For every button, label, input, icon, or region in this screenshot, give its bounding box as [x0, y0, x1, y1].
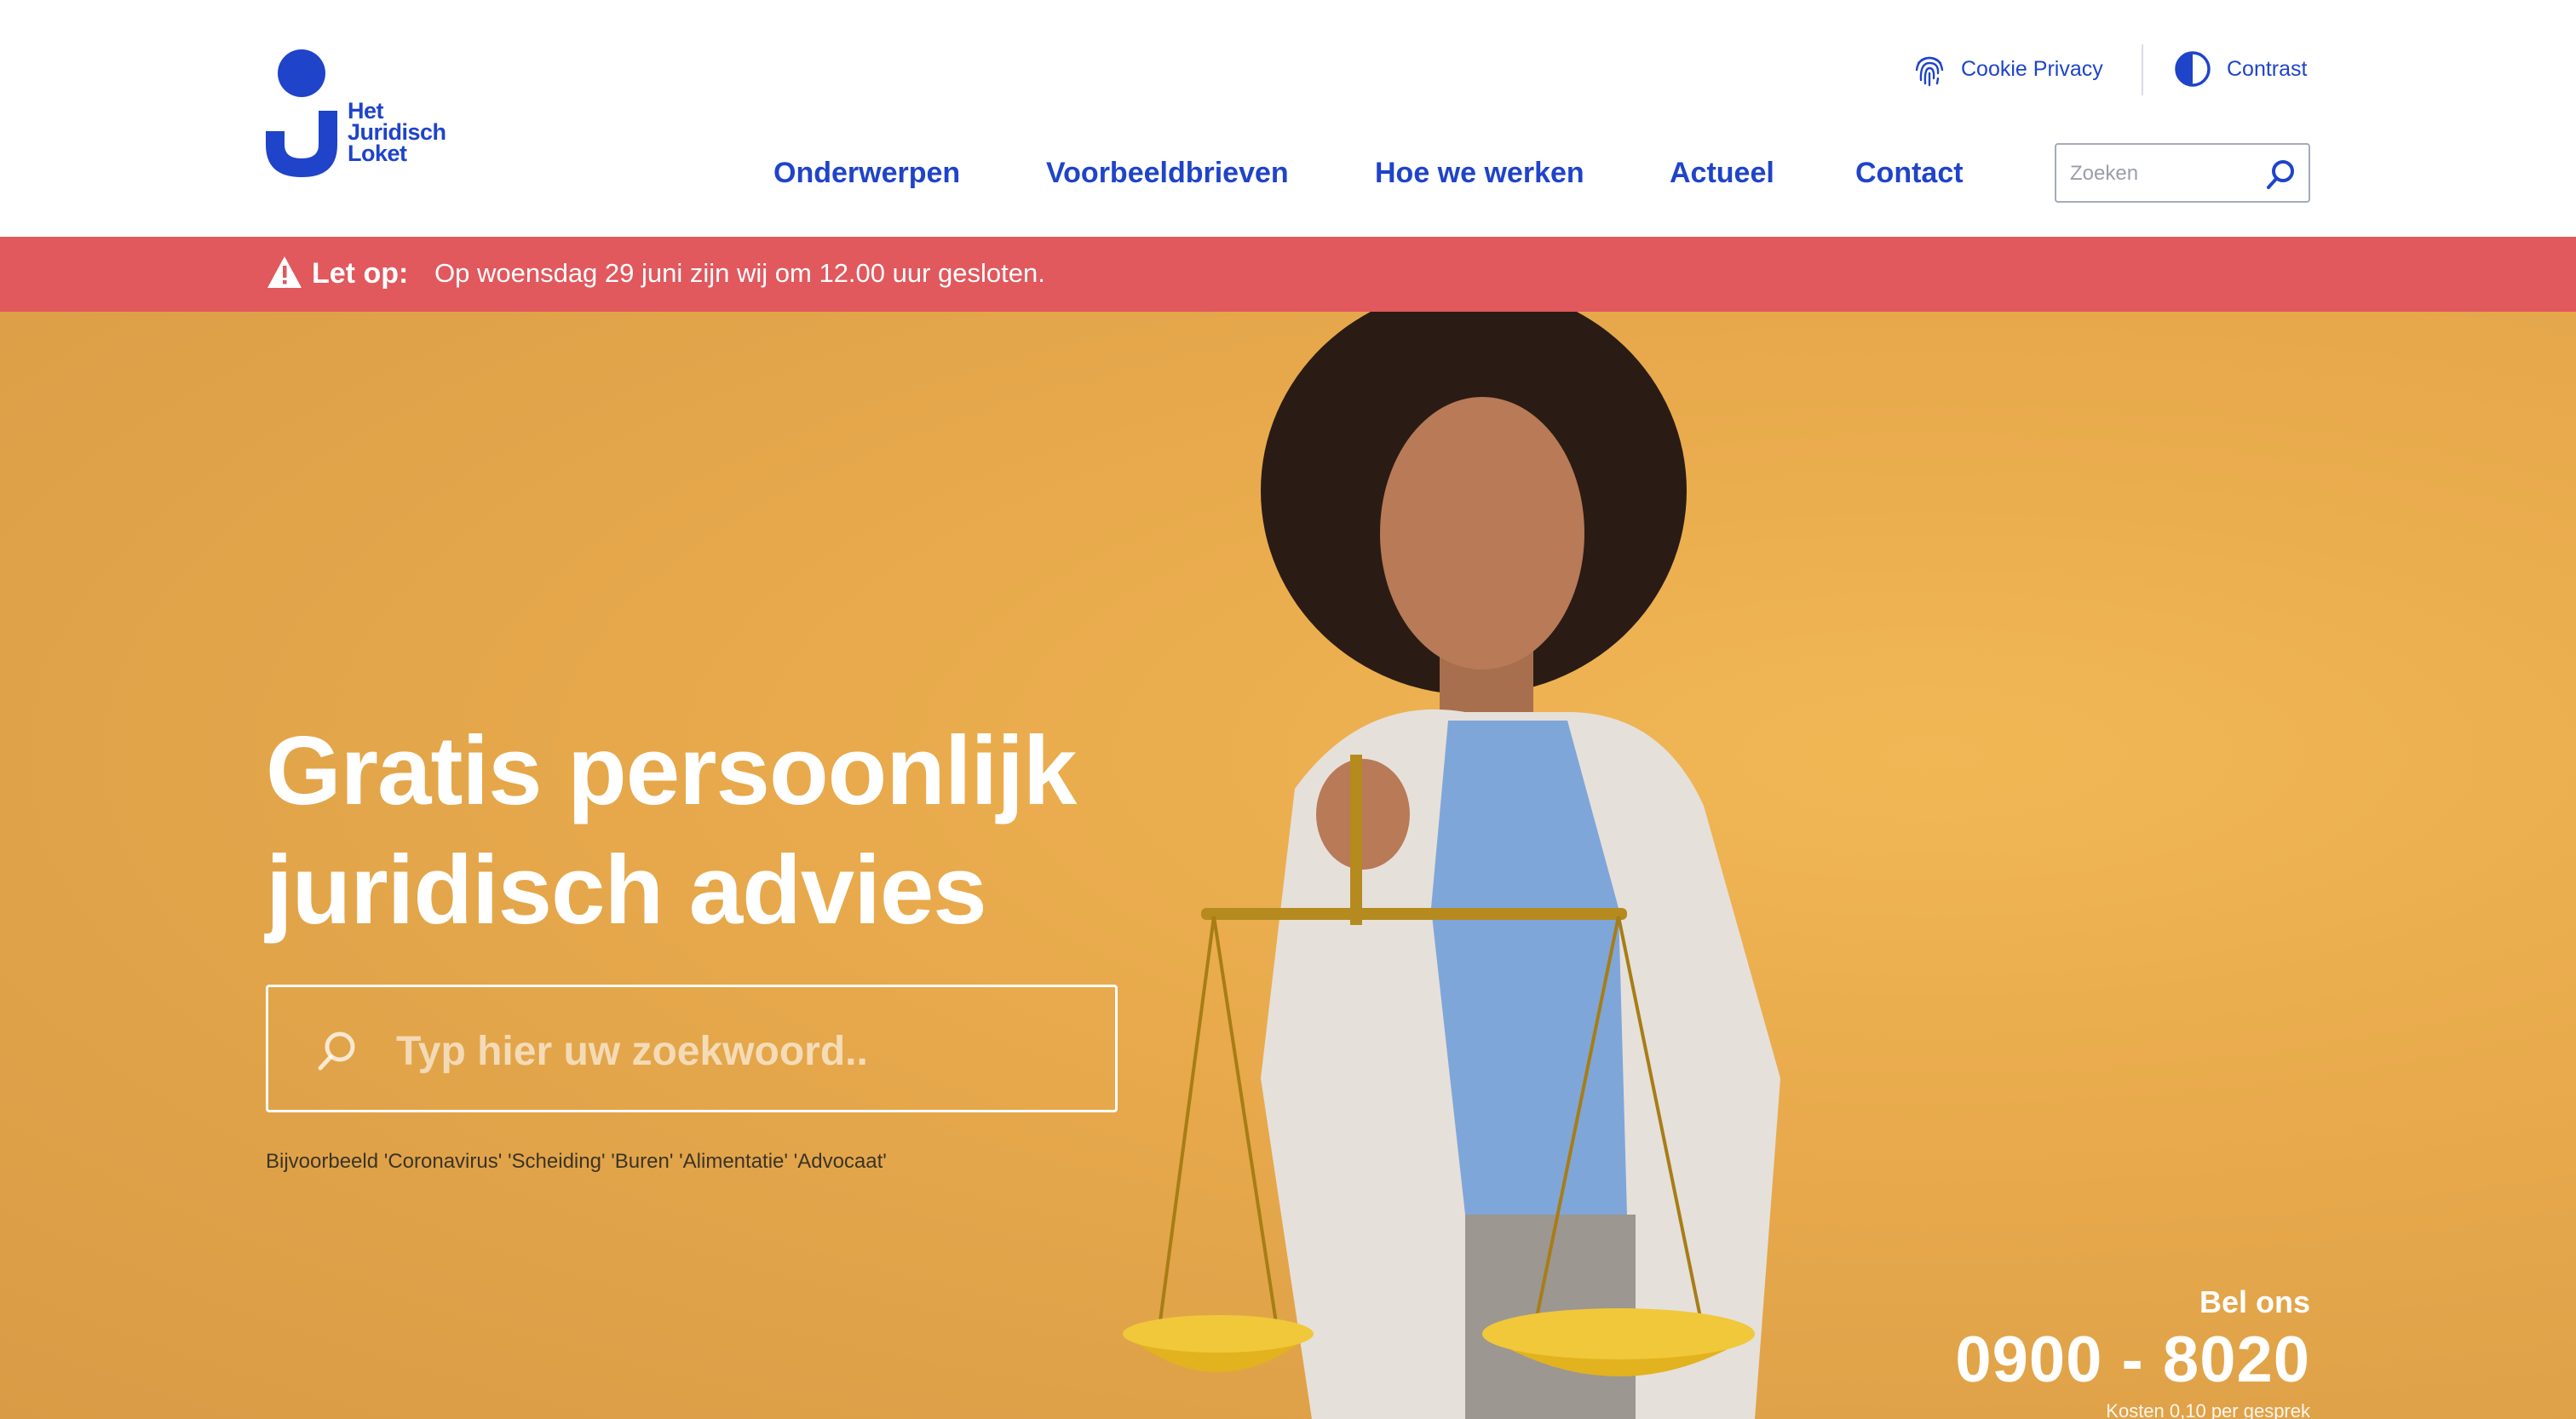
hero-section: Gratis persoonlijk juridisch advies Bijv…	[0, 312, 2576, 1419]
call-cost-note: Kosten 0,10 per gesprek	[2106, 1400, 2310, 1419]
alert-label: Let op:	[312, 257, 409, 290]
contrast-toggle[interactable]: Contrast	[2174, 48, 2307, 90]
search-examples: Bijvoorbeeld 'Coronavirus' 'Scheiding' '…	[266, 1150, 887, 1173]
fingerprint-icon	[1915, 56, 1944, 87]
header-search-input[interactable]	[2070, 157, 2257, 191]
alert-message: Op woensdag 29 juni zijn wij om 12.00 uu…	[434, 258, 1045, 288]
hero-title-line-1: Gratis persoonlijk	[266, 717, 1077, 825]
logo-wordmark: Het Juridisch Loket	[348, 100, 446, 166]
contrast-label: Contrast	[2227, 56, 2308, 81]
nav-item-onderwerpen[interactable]: Onderwerpen	[773, 152, 960, 194]
search-button[interactable]	[2263, 157, 2298, 197]
contrast-icon	[2175, 51, 2211, 87]
nav-item-voorbeeldbrieven[interactable]: Voorbeeldbrieven	[1046, 152, 1289, 194]
hero-search-input[interactable]	[396, 1021, 1078, 1081]
search-icon	[2267, 160, 2294, 189]
call-us-block: Bel ons 0900 - 8020 Kosten 0,10 per gesp…	[1955, 1283, 2310, 1419]
hero-title-line-2: juridisch advies	[266, 836, 987, 945]
hero-title: Gratis persoonlijk juridisch advies	[266, 712, 1203, 951]
cookie-privacy-label: Cookie Privacy	[1961, 56, 2103, 81]
hero-person-image	[1123, 312, 1780, 1419]
logo-mark-icon	[266, 49, 337, 177]
warning-icon	[267, 256, 302, 288]
alert-banner: Let op: Op woensdag 29 juni zijn wij om …	[0, 237, 2576, 312]
cookie-privacy-link[interactable]: Cookie Privacy	[1913, 48, 2103, 90]
site-header: Het Juridisch Loket Cookie Privacy Contr…	[0, 0, 2576, 237]
nav-item-contact[interactable]: Contact	[1855, 152, 1964, 194]
search-icon	[318, 1031, 355, 1071]
header-search	[2055, 143, 2310, 203]
logo[interactable]: Het Juridisch Loket	[266, 49, 470, 179]
nav-item-hoe-we-werken[interactable]: Hoe we werken	[1375, 152, 1584, 194]
nav-item-actueel[interactable]: Actueel	[1670, 152, 1774, 194]
phone-number-link[interactable]: 0900 - 8020	[1955, 1322, 2310, 1399]
hero-search-box	[266, 985, 1118, 1112]
call-us-label: Bel ons	[2199, 1284, 2310, 1319]
logo-line-3: Loket	[348, 141, 407, 166]
utility-divider	[2142, 44, 2143, 95]
